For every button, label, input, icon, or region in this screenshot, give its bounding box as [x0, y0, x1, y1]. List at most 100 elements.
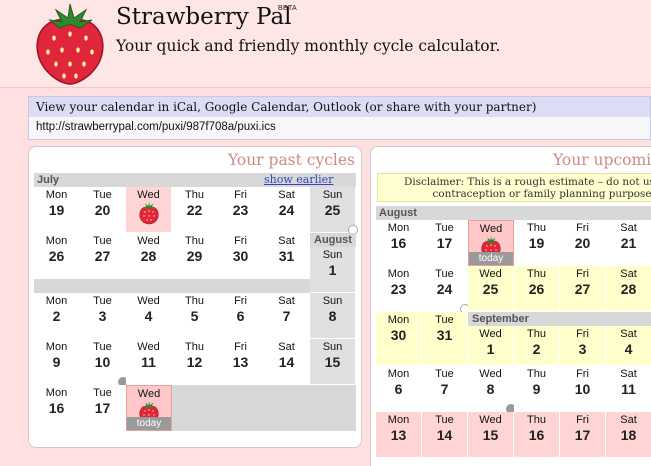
- day-number: 3: [98, 308, 107, 324]
- calendar-day-cell[interactable]: Tue 14: [422, 412, 468, 458]
- calendar-day-cell[interactable]: Tue 27: [80, 233, 126, 279]
- weekday-label: Sat: [278, 341, 295, 353]
- calendar-day-cell[interactable]: Sat 7: [264, 293, 310, 339]
- calendar-day-cell[interactable]: Fri 20: [560, 220, 606, 266]
- calendar-day-cell[interactable]: Sat 21: [606, 220, 651, 266]
- past-calendar: Julyshow earlier datesMon19Tue20WedThu22…: [34, 173, 358, 441]
- weekday-label: Tue: [93, 295, 112, 307]
- upcoming-cycles-panel: Your upcoming Disclaimer: This is a roug…: [370, 146, 651, 466]
- day-number: 10: [94, 354, 111, 370]
- day-number: 31: [436, 327, 453, 343]
- calendar-day-cell[interactable]: Wed today: [126, 385, 172, 431]
- calendar-day-cell[interactable]: Tue 17: [80, 385, 126, 431]
- day-number: 14: [436, 427, 453, 443]
- weekday-label: Tue: [93, 235, 112, 247]
- calendar-day-cell[interactable]: Mon 30: [376, 312, 422, 366]
- calendar-day-cell[interactable]: Sun 15: [310, 339, 356, 385]
- calendar-day-cell[interactable]: Sat 28: [606, 266, 651, 312]
- calendar-day-cell[interactable]: Fri 3: [560, 326, 606, 366]
- weekday-label: Fri: [234, 341, 247, 353]
- weekday-label: Wed: [137, 235, 160, 247]
- calendar-day-cell[interactable]: Tue 31: [422, 312, 468, 366]
- calendar-day-cell[interactable]: Mon 23: [376, 266, 422, 312]
- app-header: Strawberry Pal BETA Your quick and frien…: [0, 0, 651, 88]
- calendar-day-cell[interactable]: Wed 4: [126, 293, 172, 339]
- calendar-day-cell[interactable]: Sat 11: [606, 366, 651, 412]
- day-number: 1: [486, 341, 495, 357]
- calendar-day-cell[interactable]: Fri 30: [218, 233, 264, 279]
- calendar-day-cell[interactable]: Fri 27: [560, 266, 606, 312]
- day-number: 2: [532, 341, 541, 357]
- calendar-day-cell[interactable]: Fri 23: [218, 187, 264, 233]
- calendar-day-cell[interactable]: Wed 25: [468, 266, 514, 312]
- calendar-day-cell[interactable]: Sat 31: [264, 233, 310, 279]
- subscribe-url-field[interactable]: http://strawberrypal.com/puxi/987f708a/p…: [29, 117, 650, 139]
- weekday-label: Sat: [620, 222, 637, 234]
- weekday-label: Mon: [45, 295, 68, 307]
- calendar-day-cell[interactable]: Mon 26: [34, 233, 80, 279]
- calendar-day-cell[interactable]: Sat 14: [264, 339, 310, 385]
- day-number: 17: [574, 427, 591, 443]
- day-number: 8: [328, 308, 337, 324]
- day-number: 12: [186, 354, 203, 370]
- calendar-day-cell[interactable]: Mon 2: [34, 293, 80, 339]
- calendar-day-cell[interactable]: Mon 6: [376, 366, 422, 412]
- calendar-day-cell[interactable]: Tue 3: [80, 293, 126, 339]
- app-title: Strawberry Pal: [116, 4, 292, 30]
- day-number: 30: [232, 248, 249, 264]
- calendar-day-cell[interactable]: Thu 2: [514, 326, 560, 366]
- weekday-label: Tue: [435, 414, 454, 426]
- calendar-day-cell[interactable]: Sun 8: [310, 293, 356, 339]
- calendar-day-cell[interactable]: Wed today: [468, 220, 514, 266]
- calendar-day-cell[interactable]: Tue 7: [422, 366, 468, 412]
- day-number: 31: [278, 248, 295, 264]
- calendar-day-cell[interactable]: Thu 9: [514, 366, 560, 412]
- day-number: 2: [52, 308, 61, 324]
- calendar-day-cell[interactable]: Mon 9: [34, 339, 80, 385]
- calendar-day-cell[interactable]: Thu 19: [514, 220, 560, 266]
- calendar-day-cell[interactable]: Fri 10: [560, 366, 606, 412]
- weekday-label: Mon: [45, 341, 68, 353]
- weekday-label: Mon: [387, 368, 410, 380]
- day-number: 24: [278, 202, 295, 218]
- calendar-day-cell[interactable]: Mon 16: [376, 220, 422, 266]
- calendar-day-cell[interactable]: Tue 20: [80, 187, 126, 233]
- day-number: 16: [48, 400, 65, 416]
- weekday-label: Tue: [435, 368, 454, 380]
- calendar-day-cell[interactable]: Mon 13: [376, 412, 422, 458]
- month-label: August: [379, 207, 417, 219]
- calendar-day-cell[interactable]: Fri 13: [218, 339, 264, 385]
- calendar-day-cell[interactable]: Thu 16: [514, 412, 560, 458]
- weekday-label: Thu: [185, 341, 204, 353]
- calendar-day-cell[interactable]: Sat 24: [264, 187, 310, 233]
- day-number: 15: [324, 354, 341, 370]
- calendar-day-cell[interactable]: Tue 17: [422, 220, 468, 266]
- calendar-day-cell[interactable]: Wed 28: [126, 233, 172, 279]
- day-number: 20: [94, 202, 111, 218]
- calendar-day-cell[interactable]: Sun 1: [310, 247, 356, 293]
- calendar-day-cell[interactable]: Wed 15: [468, 412, 514, 458]
- day-number: 13: [232, 354, 249, 370]
- calendar-day-cell[interactable]: Thu 5: [172, 293, 218, 339]
- calendar-day-cell[interactable]: Wed: [126, 187, 172, 233]
- calendar-day-cell[interactable]: Thu 29: [172, 233, 218, 279]
- calendar-day-cell[interactable]: Thu 22: [172, 187, 218, 233]
- weekday-label: Sat: [278, 189, 295, 201]
- calendar-day-cell[interactable]: Thu 26: [514, 266, 560, 312]
- calendar-day-cell[interactable]: Wed 11: [126, 339, 172, 385]
- calendar-day-cell[interactable]: Mon 16: [34, 385, 80, 431]
- weekday-label: Mon: [387, 222, 410, 234]
- weekday-label: Fri: [576, 368, 589, 380]
- day-number: 9: [52, 354, 61, 370]
- calendar-day-cell[interactable]: Fri 6: [218, 293, 264, 339]
- weekday-label: Tue: [93, 387, 112, 399]
- calendar-day-cell[interactable]: Thu 12: [172, 339, 218, 385]
- calendar-day-cell[interactable]: Sat 18: [606, 412, 651, 458]
- calendar-day-cell[interactable]: Mon 19: [34, 187, 80, 233]
- weekday-label: Mon: [387, 268, 410, 280]
- calendar-day-cell[interactable]: Fri 17: [560, 412, 606, 458]
- weekday-label: Wed: [479, 268, 502, 280]
- calendar-day-cell[interactable]: Sat 4: [606, 326, 651, 366]
- calendar-day-cell[interactable]: Wed 1: [468, 326, 514, 366]
- weekday-label: Tue: [93, 341, 112, 353]
